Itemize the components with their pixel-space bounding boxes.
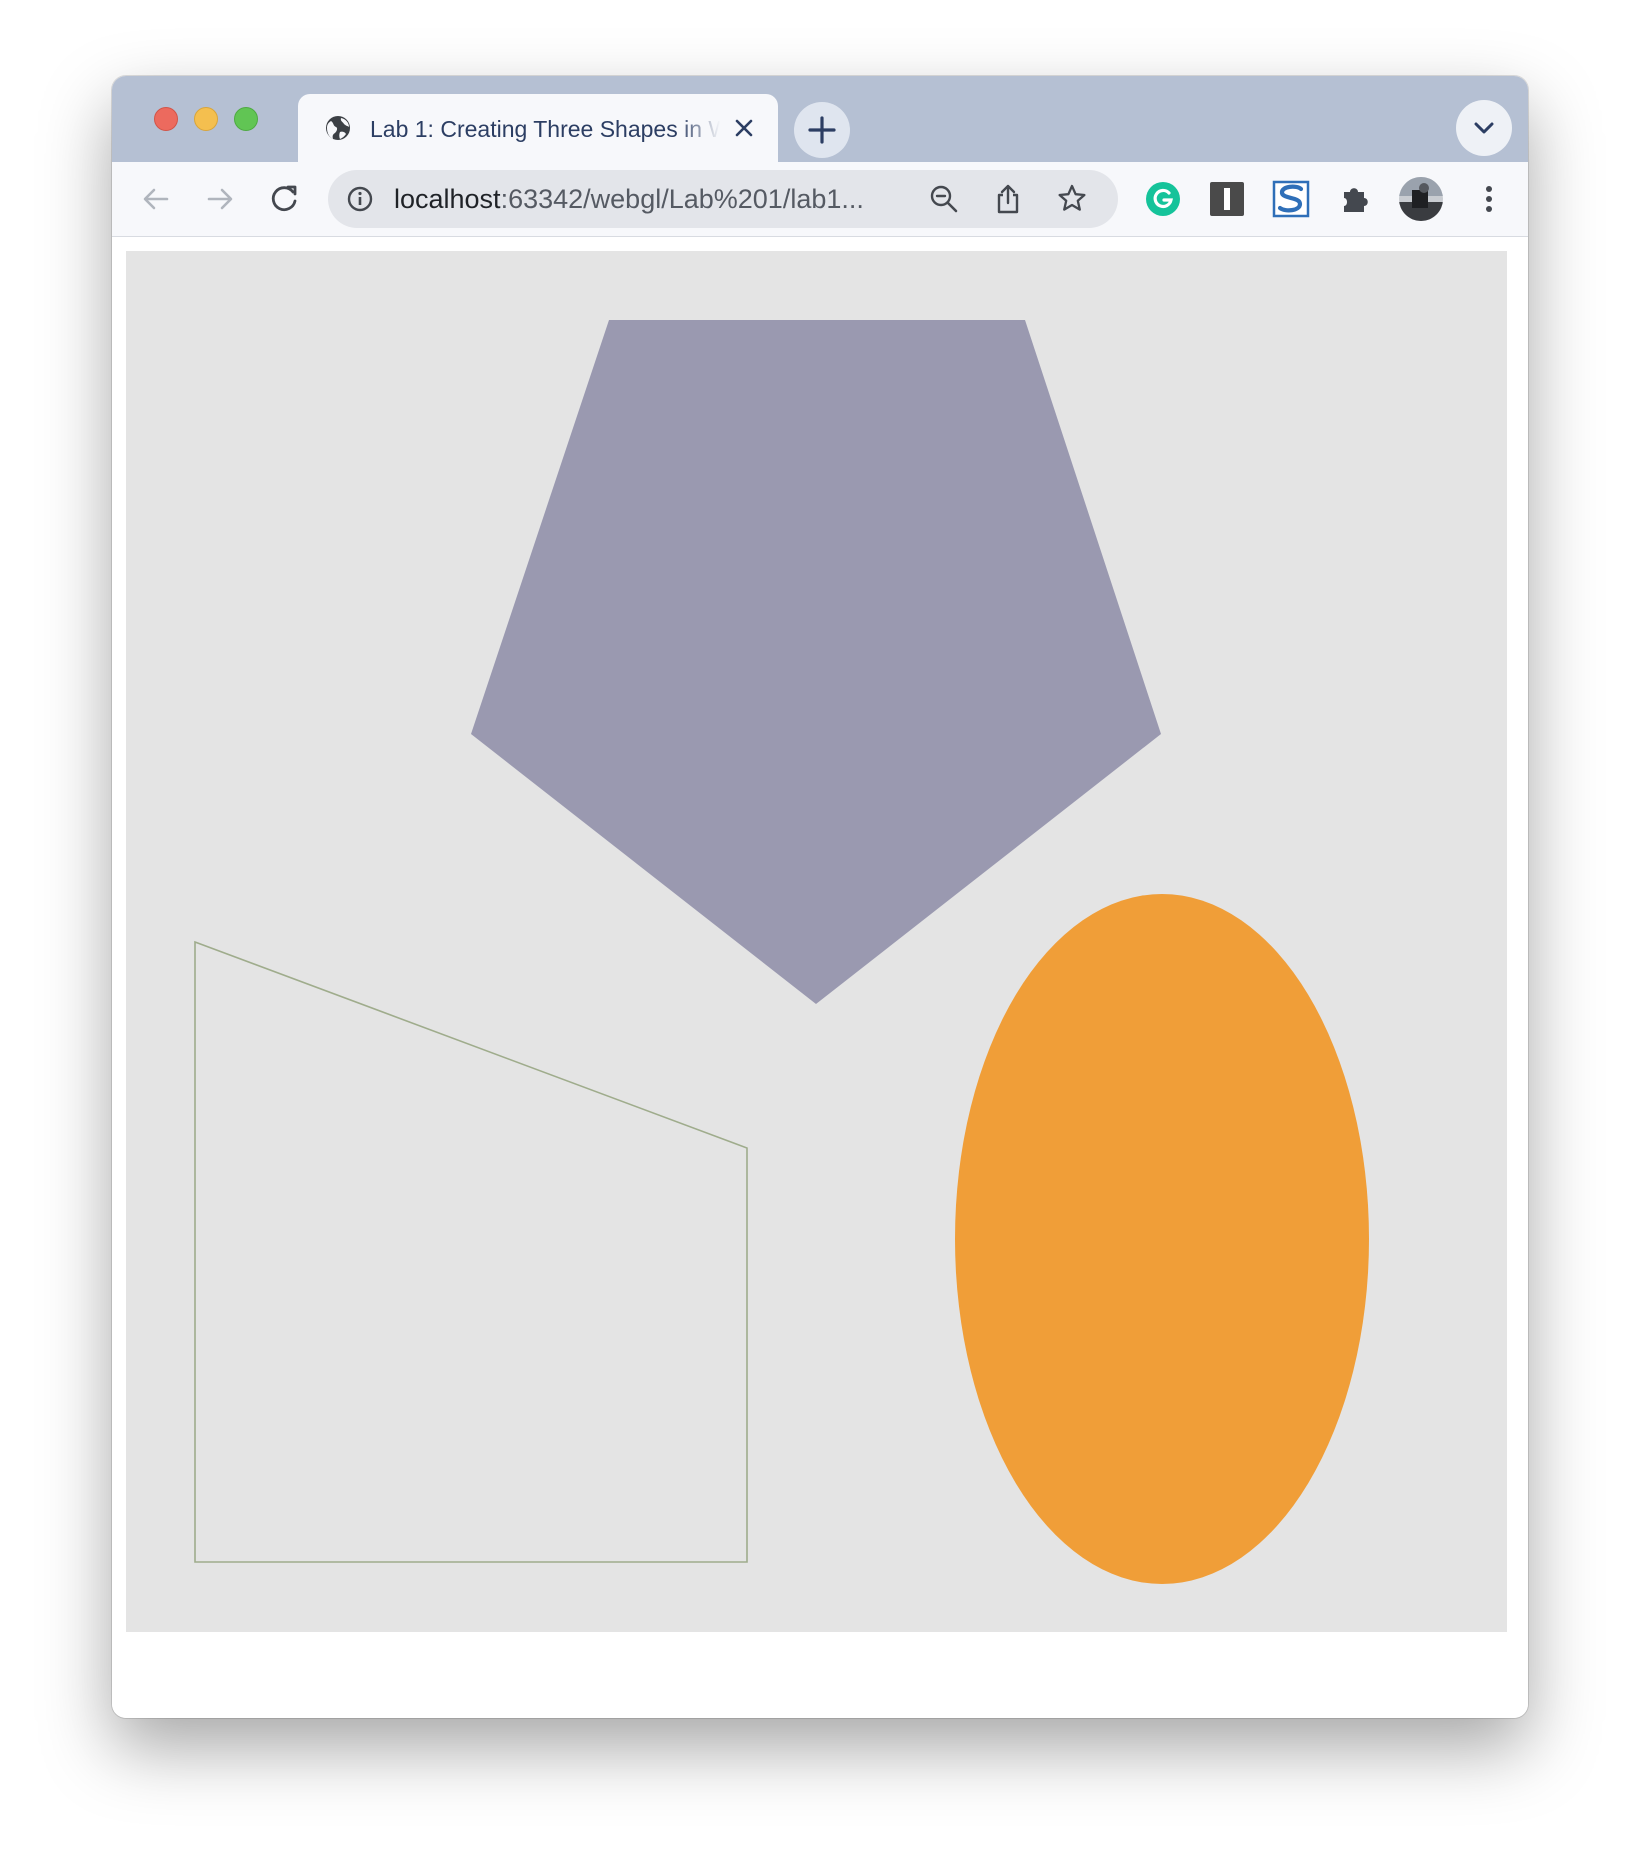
pentagon-shape	[471, 320, 1161, 1004]
url-path: :63342/webgl/Lab%201/lab1...	[500, 184, 864, 214]
forward-arrow-icon[interactable]	[200, 179, 240, 219]
profile-avatar[interactable]	[1398, 176, 1444, 222]
extensions-puzzle-icon[interactable]	[1336, 180, 1374, 218]
page-viewport	[112, 237, 1528, 1718]
zoom-out-icon[interactable]	[928, 183, 960, 215]
grammarly-icon[interactable]	[1144, 180, 1182, 218]
site-info-icon[interactable]	[346, 185, 374, 213]
url-host: localhost	[394, 184, 501, 214]
new-tab-button[interactable]	[794, 102, 850, 158]
maximize-window-button[interactable]	[234, 107, 258, 131]
browser-toolbar: localhost:63342/webgl/Lab%201/lab1...	[112, 162, 1528, 237]
title-bar: Lab 1: Creating Three Shapes in WebGL	[112, 76, 1528, 162]
reload-icon[interactable]	[264, 179, 304, 219]
tab-active[interactable]: Lab 1: Creating Three Shapes in WebGL	[298, 94, 778, 162]
ellipse-shape	[955, 894, 1369, 1584]
bookmark-star-icon[interactable]	[1056, 183, 1088, 215]
tab-title: Lab 1: Creating Three Shapes in WebGL	[370, 116, 720, 142]
share-icon[interactable]	[992, 183, 1024, 215]
close-window-button[interactable]	[154, 107, 178, 131]
browser-window: Lab 1: Creating Three Shapes in WebGL	[112, 76, 1528, 1718]
s-extension-icon[interactable]	[1272, 180, 1310, 218]
scene-drawing	[194, 320, 1369, 1584]
globe-icon	[326, 116, 350, 140]
url-text[interactable]: localhost:63342/webgl/Lab%201/lab1...	[394, 183, 914, 215]
minimize-window-button[interactable]	[194, 107, 218, 131]
close-tab-icon[interactable]	[730, 114, 758, 142]
address-bar[interactable]: localhost:63342/webgl/Lab%201/lab1...	[328, 170, 1118, 228]
webgl-canvas[interactable]	[126, 251, 1507, 1632]
instapaper-icon[interactable]	[1208, 180, 1246, 218]
quadrilateral-outline	[194, 940, 748, 1563]
back-arrow-icon[interactable]	[136, 179, 176, 219]
menu-kebab-icon[interactable]	[1470, 180, 1508, 218]
tab-search-button[interactable]	[1456, 100, 1512, 156]
